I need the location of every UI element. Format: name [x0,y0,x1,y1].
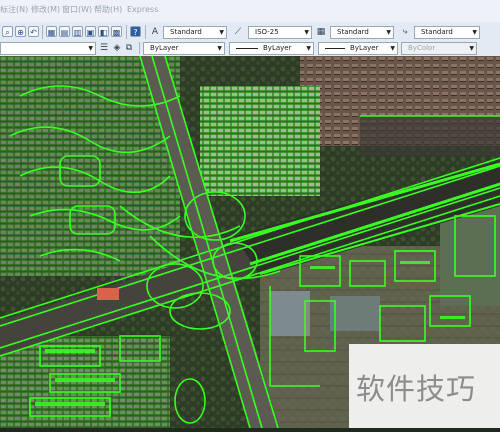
plotstyle-value: ByColor [408,44,436,52]
chevron-down-icon: ▼ [472,29,477,36]
menu-window[interactable]: 窗口(W) [62,4,92,16]
dim-style-icon: ⟋ [234,27,242,37]
toolbar-separator [145,25,146,39]
menu-modify[interactable]: 修改(M) [31,4,60,16]
design-center-icon[interactable]: ▤ [59,26,70,37]
table-style-icon: ▦ [316,27,326,37]
lineweight-preview [325,47,345,49]
menu-bar: 标注(N) 修改(M) 窗口(W) 帮助(H) Express [0,0,500,23]
chevron-down-icon: ▼ [219,29,224,36]
styles-toolbar: ⌕ ⊕ ↶ ▦ ▤ ▥ ▣ ◧ ▩ ? A Standard ▼ ⟋ ISO-25… [0,22,500,42]
chevron-down-icon: ▼ [304,29,309,36]
table-style-value: Standard [337,28,369,36]
watermark-text: 软件技巧 [356,372,477,406]
toolbar-separator [42,25,43,39]
layer-manager-icon[interactable]: ☰ [98,42,110,54]
layer-select[interactable]: ▼ [0,42,96,55]
toolbar-separator [139,42,140,54]
chevron-down-icon: ▼ [469,45,474,52]
multileader-style-value: Standard [421,28,453,36]
plotstyle-select[interactable]: ByColor ▼ [401,42,477,55]
menu-help[interactable]: 帮助(H) [94,4,122,16]
linetype-preview [236,47,258,49]
multileader-style-icon: ⤷ [402,27,408,37]
lineweight-value: ByLayer [350,44,379,52]
red-roof-building [97,288,119,300]
chevron-down-icon: ▼ [386,29,391,36]
chevron-down-icon: ▼ [390,45,395,52]
markup-icon[interactable]: ◧ [98,26,109,37]
zoom-window-icon[interactable]: ⊕ [15,26,26,37]
chevron-down-icon: ▼ [88,45,93,52]
chevron-down-icon: ▼ [306,45,311,52]
help-icon[interactable]: ? [130,26,141,37]
menu-express[interactable]: Express [127,4,158,16]
lineweight-select[interactable]: ByLayer ▼ [318,42,398,55]
table-style-select[interactable]: Standard ▼ [330,26,394,39]
dim-style-select[interactable]: ISO-25 ▼ [248,26,312,39]
tool-palettes-icon[interactable]: ▥ [72,26,83,37]
layer-previous-icon[interactable]: ⧉ [123,42,135,54]
sheet-set-icon[interactable]: ▣ [85,26,96,37]
properties-icon[interactable]: ▦ [46,26,57,37]
text-style-icon: A [151,27,159,37]
color-value: ByLayer [150,44,179,52]
toolbar-separator [126,25,127,39]
zoom-realtime-icon[interactable]: ⌕ [2,26,13,37]
calculator-icon[interactable]: ▩ [111,26,122,37]
text-style-select[interactable]: Standard ▼ [163,26,227,39]
text-style-value: Standard [170,28,202,36]
zoom-previous-icon[interactable]: ↶ [28,26,39,37]
properties-toolbar: ▼ ☰ ◈ ⧉ ByLayer ▼ ByLayer ▼ ByLayer ▼ ByCol… [0,41,500,57]
linetype-value: ByLayer [263,44,292,52]
make-current-icon[interactable]: ◈ [111,42,123,54]
menu-dimension[interactable]: 标注(N) [0,4,28,16]
dim-style-value: ISO-25 [255,28,279,36]
linetype-select[interactable]: ByLayer ▼ [229,42,314,55]
multileader-style-select[interactable]: Standard ▼ [414,26,480,39]
chevron-down-icon: ▼ [217,45,222,52]
color-select[interactable]: ByLayer ▼ [143,42,225,55]
